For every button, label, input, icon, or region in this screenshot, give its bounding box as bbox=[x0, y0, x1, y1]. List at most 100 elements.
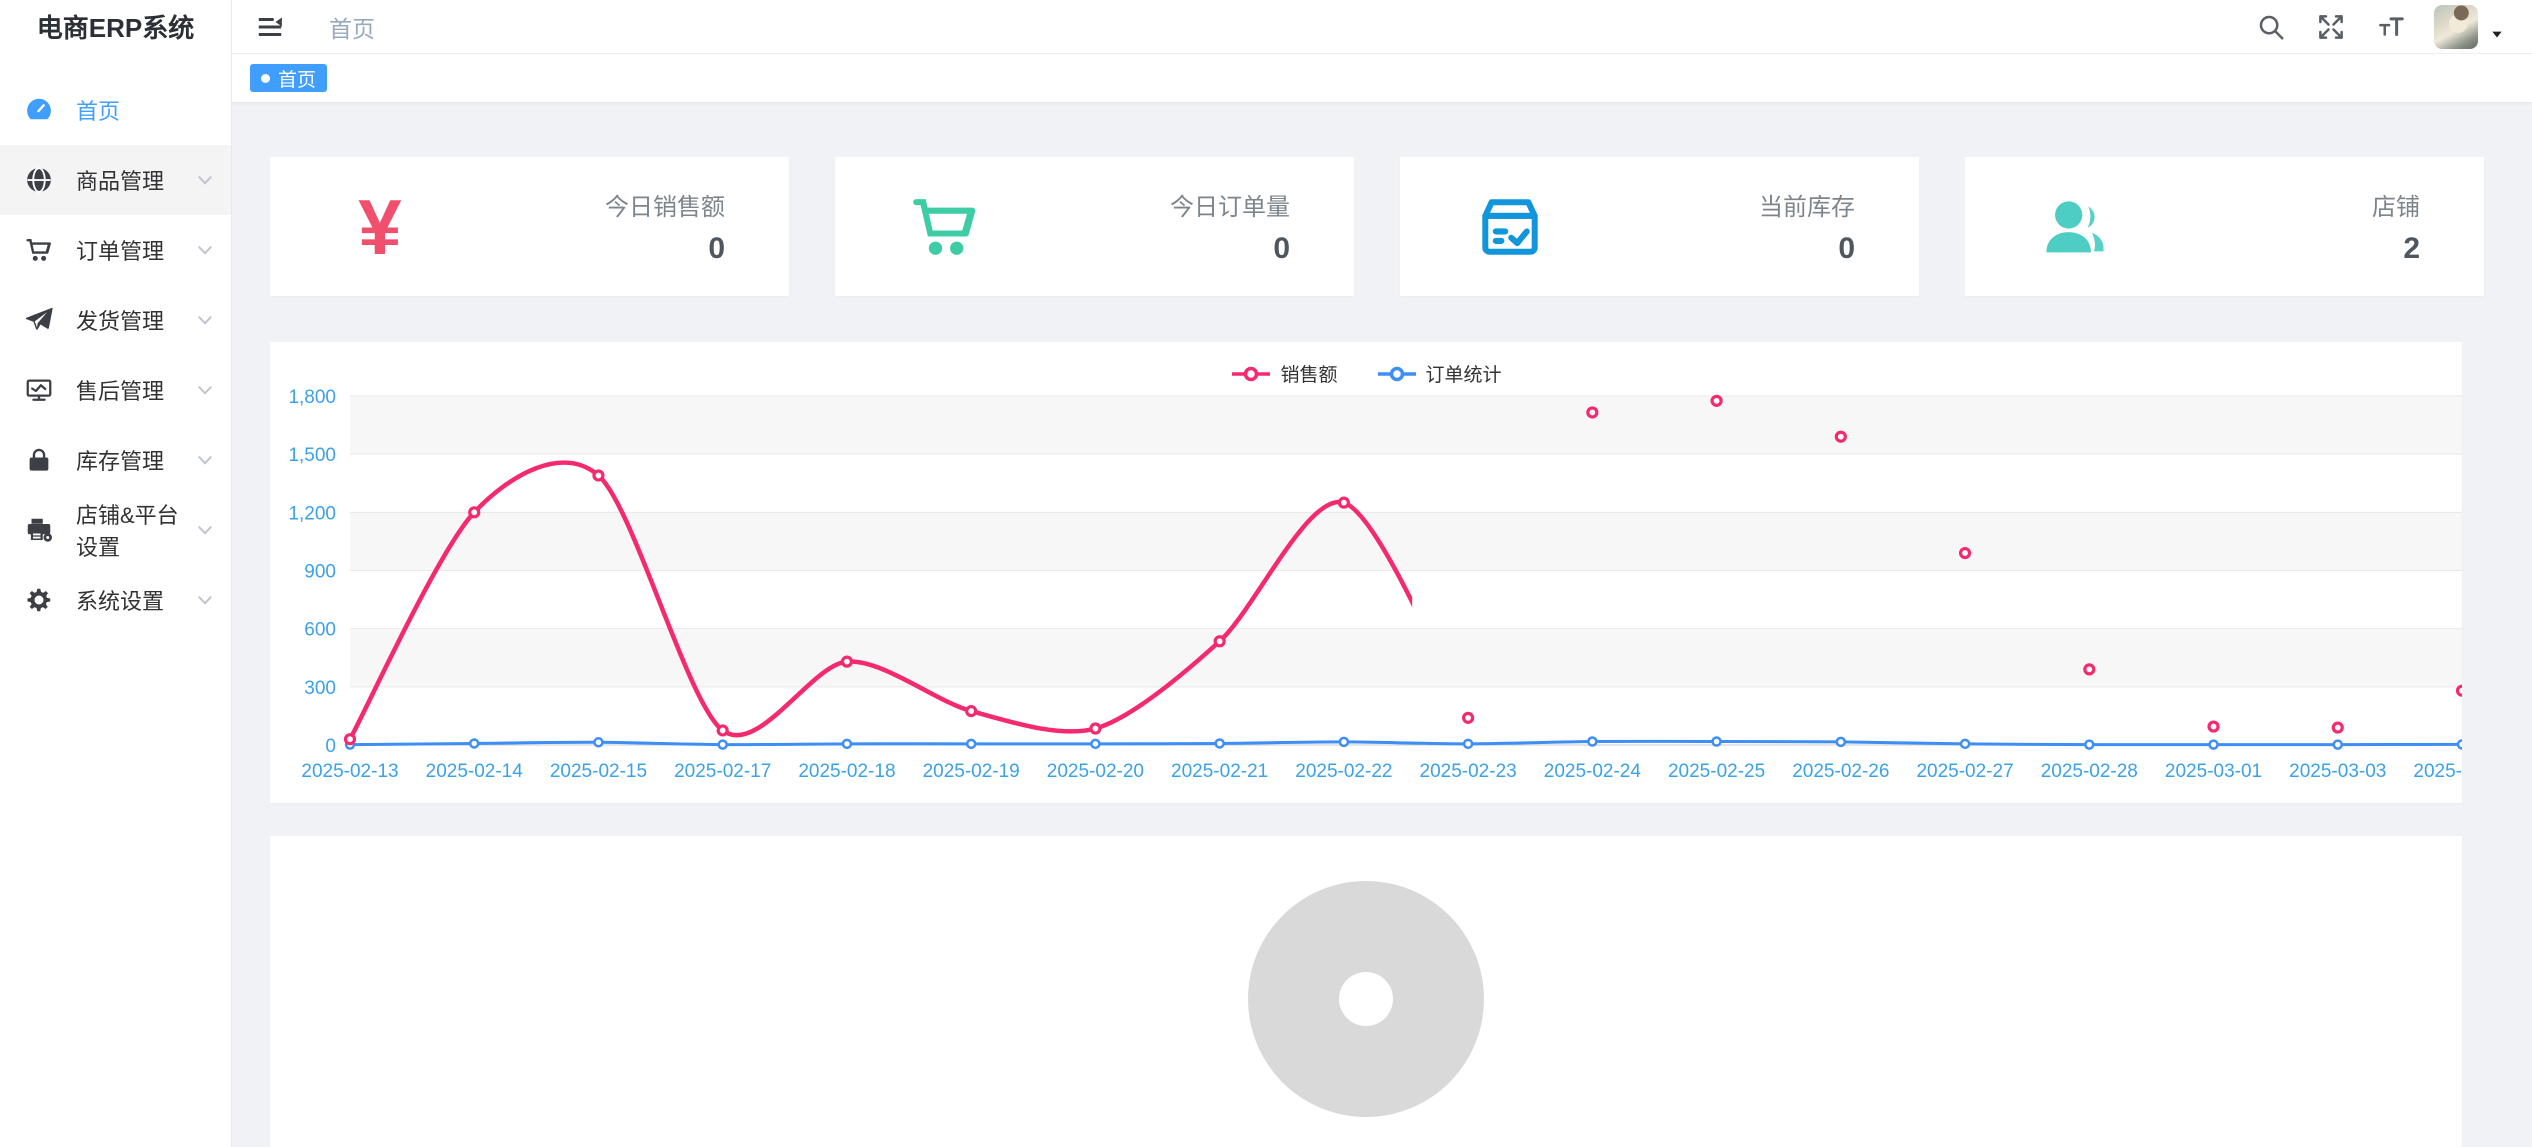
sales-orders-chart-svg: 03006009001,2001,5001,8002025-02-132025-… bbox=[270, 342, 2462, 803]
stat-card-text: 店铺2 bbox=[2372, 187, 2420, 266]
font-size-icon[interactable] bbox=[2374, 10, 2408, 44]
sidebar: 电商ERP系统 首页商品管理订单管理发货管理售后管理库存管理店铺&平台设置系统设… bbox=[0, 0, 232, 1147]
users-icon bbox=[2027, 189, 2123, 265]
x-tick-label: 2025-02-17 bbox=[674, 761, 771, 782]
sales-point bbox=[1464, 713, 1473, 722]
gear-icon bbox=[24, 585, 54, 615]
sidebar-item-aftersales[interactable]: 售后管理 bbox=[0, 355, 231, 425]
x-tick-label: 2025-02-24 bbox=[1544, 761, 1642, 782]
sidebar-item-home[interactable]: 首页 bbox=[0, 75, 231, 145]
sales-orders-chart: 03006009001,2001,5001,8002025-02-132025-… bbox=[270, 342, 2462, 803]
tabs-bar: 首页 bbox=[231, 54, 2532, 103]
lock-icon bbox=[24, 445, 54, 475]
split-band bbox=[350, 454, 2462, 512]
orders-point bbox=[1464, 740, 1472, 748]
sales-orders-chart-card: 销售额订单统计 03006009001,2001,5001,8002025-02… bbox=[270, 342, 2462, 803]
category-pie-card bbox=[270, 836, 2462, 1147]
header: 首页 bbox=[231, 0, 2532, 54]
search-icon[interactable] bbox=[2254, 10, 2288, 44]
sidebar-item-shop-platform-settings[interactable]: 店铺&平台设置 bbox=[0, 495, 231, 565]
orders-point bbox=[2210, 741, 2218, 749]
orders-point bbox=[719, 741, 727, 749]
tab-home[interactable]: 首页 bbox=[250, 64, 327, 92]
sales-point bbox=[346, 735, 355, 744]
caret-down-icon[interactable] bbox=[2490, 27, 2504, 41]
x-tick-label: 2025-02-14 bbox=[426, 761, 524, 782]
stat-card-value: 0 bbox=[1759, 232, 1855, 266]
legend-marker-icon bbox=[1230, 364, 1272, 384]
chevron-down-icon bbox=[195, 310, 215, 330]
sales-point bbox=[1961, 549, 1970, 558]
stat-card-shops: 店铺2 bbox=[1965, 157, 2484, 296]
sales-point bbox=[2209, 722, 2218, 731]
globe-icon bbox=[24, 165, 54, 195]
y-tick-label: 600 bbox=[304, 620, 336, 641]
stat-card-label: 今日订单量 bbox=[1170, 187, 1290, 222]
header-actions bbox=[2228, 5, 2504, 49]
y-tick-label: 300 bbox=[304, 678, 336, 699]
stat-card-text: 今日订单量0 bbox=[1170, 187, 1290, 266]
sidebar-item-label: 店铺&平台设置 bbox=[76, 498, 195, 562]
orders-point bbox=[1713, 738, 1721, 746]
sidebar-item-shipping[interactable]: 发货管理 bbox=[0, 285, 231, 355]
x-tick-label: 2025-03-04 bbox=[2413, 761, 2462, 782]
sales-point bbox=[470, 508, 479, 517]
sales-point bbox=[967, 707, 976, 716]
sidebar-item-inventory[interactable]: 库存管理 bbox=[0, 425, 231, 495]
sales-point bbox=[2458, 686, 2463, 695]
orders-point bbox=[843, 740, 851, 748]
orders-point bbox=[2085, 741, 2093, 749]
x-tick-label: 2025-02-21 bbox=[1171, 761, 1268, 782]
monitor-icon bbox=[24, 375, 54, 405]
sidebar-menu: 首页商品管理订单管理发货管理售后管理库存管理店铺&平台设置系统设置 bbox=[0, 75, 231, 635]
main-content: ¥今日销售额0今日订单量0当前库存0店铺2 销售额订单统计 0300600900… bbox=[231, 102, 2532, 1147]
stat-card-today-orders: 今日订单量0 bbox=[835, 157, 1354, 296]
sidebar-item-products[interactable]: 商品管理 bbox=[0, 145, 231, 215]
x-tick-label: 2025-02-13 bbox=[301, 761, 398, 782]
stat-card-label: 店铺 bbox=[2372, 187, 2420, 222]
x-tick-label: 2025-02-19 bbox=[923, 761, 1020, 782]
sidebar-item-label: 库存管理 bbox=[76, 444, 164, 476]
orders-point bbox=[2334, 741, 2342, 749]
sales-point bbox=[1091, 724, 1100, 733]
legend-marker-icon bbox=[1376, 364, 1418, 384]
dashboard-icon bbox=[24, 95, 54, 125]
x-tick-label: 2025-02-26 bbox=[1792, 761, 1889, 782]
sales-point bbox=[2085, 665, 2094, 674]
chevron-down-icon bbox=[195, 380, 215, 400]
orders-point bbox=[470, 739, 478, 747]
x-tick-label: 2025-02-15 bbox=[550, 761, 647, 782]
sales-point bbox=[1339, 498, 1348, 507]
chevron-down-icon bbox=[195, 450, 215, 470]
yen-icon: ¥ bbox=[332, 188, 428, 266]
sidebar-item-orders[interactable]: 订单管理 bbox=[0, 215, 231, 285]
legend-item-orders[interactable]: 订单统计 bbox=[1376, 360, 1502, 387]
breadcrumb[interactable]: 首页 bbox=[329, 10, 375, 44]
inventory-box-icon bbox=[1462, 189, 1558, 265]
orders-point bbox=[967, 740, 975, 748]
send-icon bbox=[24, 305, 54, 335]
x-tick-label: 2025-02-18 bbox=[798, 761, 895, 782]
stat-card-label: 当前库存 bbox=[1759, 187, 1855, 222]
printer-icon bbox=[24, 515, 54, 545]
fullscreen-icon[interactable] bbox=[2314, 10, 2348, 44]
orders-point bbox=[1837, 738, 1845, 746]
orders-point bbox=[594, 738, 602, 746]
x-tick-label: 2025-02-25 bbox=[1668, 761, 1765, 782]
sidebar-fold-icon[interactable] bbox=[253, 10, 287, 44]
app: 电商ERP系统 首页商品管理订单管理发货管理售后管理库存管理店铺&平台设置系统设… bbox=[0, 0, 2532, 1147]
y-tick-label: 0 bbox=[325, 736, 336, 757]
cart-icon bbox=[24, 235, 54, 265]
chevron-down-icon bbox=[195, 520, 215, 540]
avatar[interactable] bbox=[2434, 5, 2478, 49]
cart-filled-icon bbox=[897, 189, 993, 265]
legend-item-sales[interactable]: 销售额 bbox=[1230, 360, 1337, 387]
stat-cards-row: ¥今日销售额0今日订单量0当前库存0店铺2 bbox=[270, 157, 2532, 296]
chevron-down-icon bbox=[195, 170, 215, 190]
sidebar-item-system-settings[interactable]: 系统设置 bbox=[0, 565, 231, 635]
sidebar-item-label: 商品管理 bbox=[76, 164, 164, 196]
split-band bbox=[350, 629, 2462, 687]
stat-card-label: 今日销售额 bbox=[605, 187, 725, 222]
sales-point bbox=[1588, 408, 1597, 417]
sidebar-item-label: 系统设置 bbox=[76, 584, 164, 616]
